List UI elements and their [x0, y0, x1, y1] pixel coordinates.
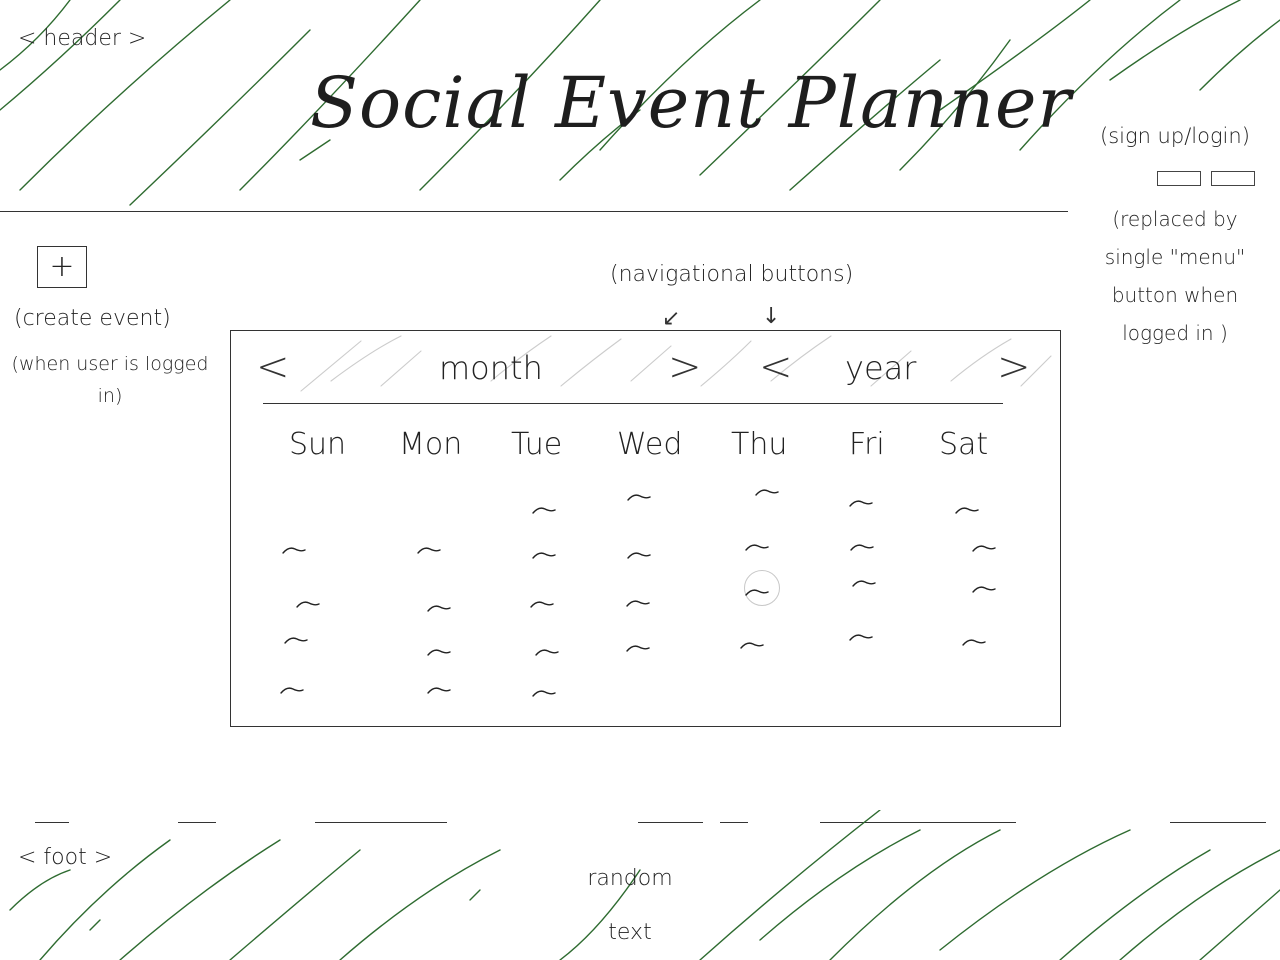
scribble-stroke: [229, 849, 361, 960]
calendar-day[interactable]: [534, 643, 560, 656]
weekday-mon: Mon: [399, 427, 463, 462]
nav-hatch-background: [300, 335, 1052, 392]
previous-year-button[interactable]: <: [759, 347, 793, 387]
calendar-day[interactable]: [283, 631, 309, 644]
weekday-sat: Sat: [939, 427, 989, 462]
footer-divider: [638, 822, 703, 823]
scribble-stroke: [560, 338, 622, 387]
footer-divider: [178, 822, 216, 823]
scribble-stroke: [9, 869, 71, 911]
calendar-day[interactable]: [744, 583, 770, 596]
calendar-day[interactable]: [626, 546, 652, 559]
year-label: year: [845, 349, 917, 387]
calendar-day[interactable]: [739, 636, 765, 649]
menu-annotation: (replaced by single "menu" button when l…: [1104, 207, 1246, 345]
footer-annotation: < foot >: [18, 845, 113, 870]
scribble-stroke: [829, 829, 1001, 960]
calendar: < month > < year > Sun Mon Tue Wed Thu F…: [230, 330, 1061, 727]
calendar-day[interactable]: [961, 633, 987, 646]
previous-month-button[interactable]: <: [256, 347, 290, 387]
scribble-stroke: [1199, 19, 1280, 91]
next-month-button[interactable]: >: [668, 347, 702, 387]
header-annotation: < header >: [18, 26, 147, 51]
footer-divider: [720, 822, 748, 823]
calendar-day[interactable]: [531, 546, 557, 559]
nav-divider: [263, 403, 1003, 404]
scribble-stroke: [699, 810, 881, 960]
calendar-day[interactable]: [625, 639, 651, 652]
scribble-stroke: [300, 340, 362, 392]
navigation-annotation: (navigational buttons): [610, 262, 854, 287]
calendar-day[interactable]: [971, 580, 997, 593]
calendar-day[interactable]: [626, 488, 652, 501]
arrow-down-icon: ↓: [762, 304, 781, 329]
calendar-day[interactable]: [971, 539, 997, 552]
calendar-day[interactable]: [279, 681, 305, 694]
calendar-day[interactable]: [848, 628, 874, 641]
footer-divider: [820, 822, 1016, 823]
arrow-down-icon: ↙: [662, 306, 681, 331]
scribble-stroke: [129, 29, 311, 206]
auth-annotation: (sign up/login): [1100, 124, 1250, 148]
footer-divider: [35, 822, 69, 823]
sign-up-button[interactable]: [1157, 171, 1201, 186]
calendar-day[interactable]: [744, 538, 770, 551]
footer-text: random text: [587, 866, 673, 945]
scribble-stroke: [939, 829, 1131, 951]
app-title: Social Event Planner: [310, 62, 1072, 144]
scribble-stroke: [630, 345, 672, 382]
scribble-stroke: [89, 919, 101, 931]
scribble-stroke: [339, 849, 501, 960]
create-event-button[interactable]: +: [37, 246, 87, 288]
create-event-annotation: (create event): [14, 306, 171, 331]
calendar-day[interactable]: [954, 501, 980, 514]
calendar-day[interactable]: [295, 595, 321, 608]
calendar-day[interactable]: [281, 541, 307, 554]
scribble-stroke: [759, 829, 921, 941]
scribble-stroke: [1059, 849, 1211, 960]
scribble-stroke: [469, 889, 481, 901]
login-button[interactable]: [1211, 171, 1255, 186]
scribble-stroke: [700, 340, 752, 387]
logged-in-annotation: (when user is logged in): [11, 353, 209, 407]
calendar-day[interactable]: [426, 643, 452, 656]
scribble-stroke: [380, 350, 422, 387]
header-divider: [0, 211, 1068, 212]
month-label: month: [439, 349, 543, 387]
weekday-tue: Tue: [511, 427, 563, 462]
calendar-day[interactable]: [529, 595, 555, 608]
calendar-day[interactable]: [416, 541, 442, 554]
calendar-day[interactable]: [851, 574, 877, 587]
calendar-day[interactable]: [426, 681, 452, 694]
weekday-wed: Wed: [617, 427, 683, 462]
calendar-day[interactable]: [754, 483, 780, 496]
calendar-day[interactable]: [625, 594, 651, 607]
scribble-stroke: [330, 335, 402, 382]
footer-divider: [315, 822, 447, 823]
weekday-fri: Fri: [849, 427, 885, 462]
calendar-day[interactable]: [426, 599, 452, 612]
scribble-stroke: [0, 0, 121, 111]
calendar-day[interactable]: [849, 538, 875, 551]
weekday-thu: Thu: [731, 427, 788, 462]
scribble-stroke: [1109, 0, 1241, 81]
calendar-day[interactable]: [531, 501, 557, 514]
footer-divider: [1170, 822, 1266, 823]
weekday-sun: Sun: [289, 427, 347, 462]
scribble-stroke: [1119, 849, 1280, 960]
scribble-stroke: [1199, 889, 1280, 960]
next-year-button[interactable]: >: [997, 347, 1031, 387]
calendar-day[interactable]: [848, 494, 874, 507]
scribble-stroke: [119, 839, 281, 960]
calendar-day[interactable]: [531, 684, 557, 697]
